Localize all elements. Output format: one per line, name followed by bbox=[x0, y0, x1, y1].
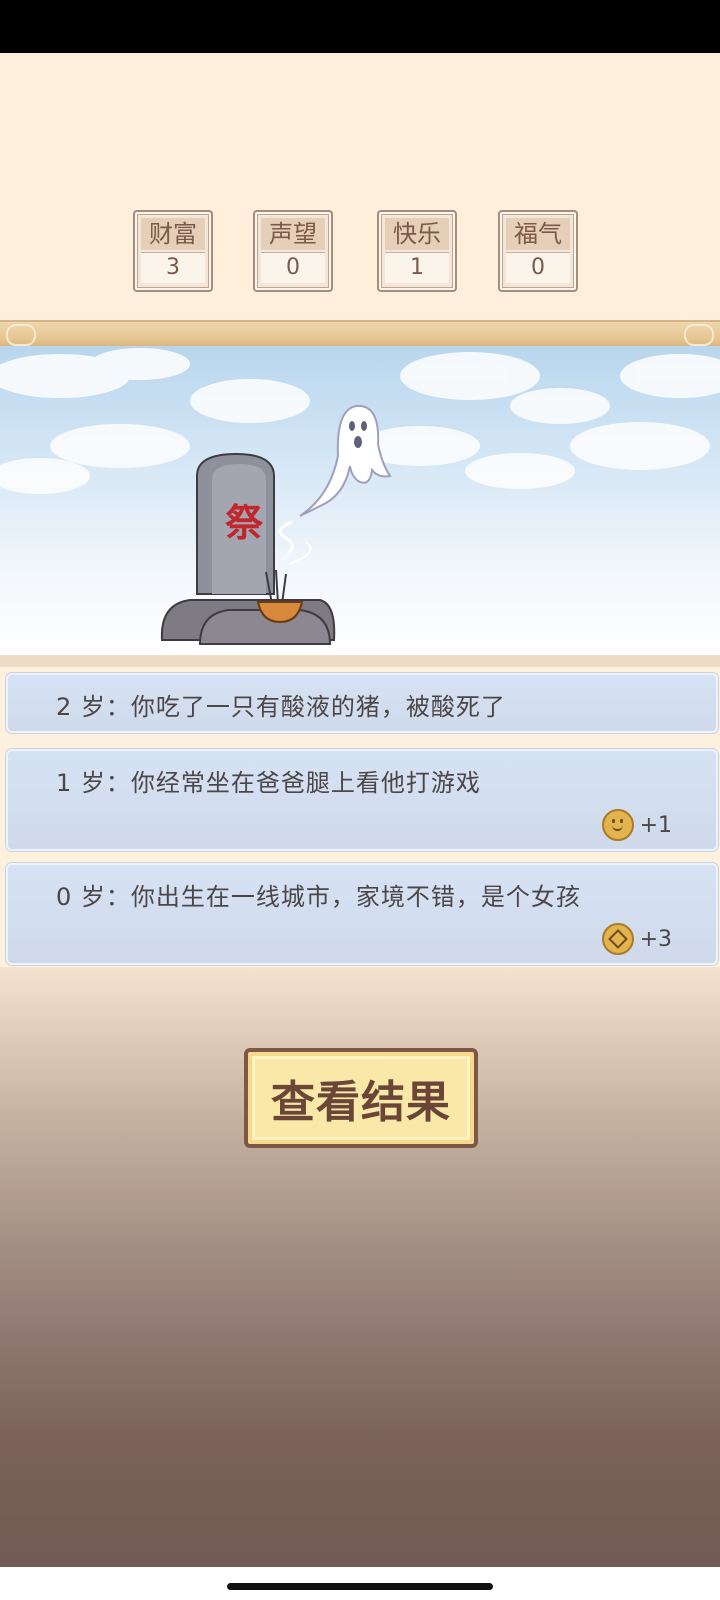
stat-fortune: 福气 0 bbox=[498, 210, 578, 292]
event-reward: +3 bbox=[601, 923, 672, 955]
event-reward: +1 bbox=[601, 809, 672, 841]
scene-illustration: 祭 bbox=[0, 348, 720, 645]
stat-label: 福气 bbox=[506, 218, 570, 250]
ghost-icon bbox=[299, 404, 392, 517]
divider-ornament-right bbox=[684, 324, 714, 346]
stat-happiness: 快乐 1 bbox=[377, 210, 457, 292]
status-bar bbox=[0, 0, 720, 53]
reward-value: +1 bbox=[639, 812, 672, 838]
ground-strip bbox=[0, 655, 720, 667]
list-item: 2 岁：你吃了一只有酸液的猪，被酸死了 bbox=[6, 673, 718, 733]
tombstone: 祭 bbox=[160, 452, 336, 645]
event-text: 1 岁：你经常坐在爸爸腿上看他打游戏 bbox=[56, 769, 481, 797]
home-indicator[interactable] bbox=[227, 1583, 493, 1590]
divider-ornament-left bbox=[6, 324, 36, 346]
life-events-list: 2 岁：你吃了一只有酸液的猪，被酸死了 1 岁：你经常坐在爸爸腿上看他打游戏 +… bbox=[0, 667, 720, 967]
smile-coin-icon bbox=[601, 809, 634, 841]
event-text: 2 岁：你吃了一只有酸液的猪，被酸死了 bbox=[56, 693, 506, 721]
stat-label: 声望 bbox=[261, 218, 325, 250]
event-text: 0 岁：你出生在一线城市，家境不错，是个女孩 bbox=[56, 883, 581, 911]
list-item: 1 岁：你经常坐在爸爸腿上看他打游戏 +1 bbox=[6, 749, 718, 851]
stat-value: 0 bbox=[506, 252, 570, 283]
reward-value: +3 bbox=[639, 926, 672, 952]
diamond-coin-icon bbox=[601, 923, 634, 955]
list-item: 0 岁：你出生在一线城市，家境不错，是个女孩 +3 bbox=[6, 863, 718, 965]
stat-label: 快乐 bbox=[385, 218, 449, 250]
stat-value: 3 bbox=[141, 252, 205, 283]
view-result-button[interactable]: 查看结果 bbox=[244, 1048, 478, 1148]
stat-reputation: 声望 0 bbox=[253, 210, 333, 292]
death-scene: 祭 bbox=[0, 346, 720, 656]
stats-row: 财富 3 声望 0 快乐 1 福气 0 bbox=[0, 210, 720, 300]
stat-label: 财富 bbox=[141, 218, 205, 250]
stat-value: 1 bbox=[385, 252, 449, 283]
tombstone-text: 祭 bbox=[225, 500, 264, 545]
stat-value: 0 bbox=[261, 252, 325, 283]
stat-wealth: 财富 3 bbox=[133, 210, 213, 292]
